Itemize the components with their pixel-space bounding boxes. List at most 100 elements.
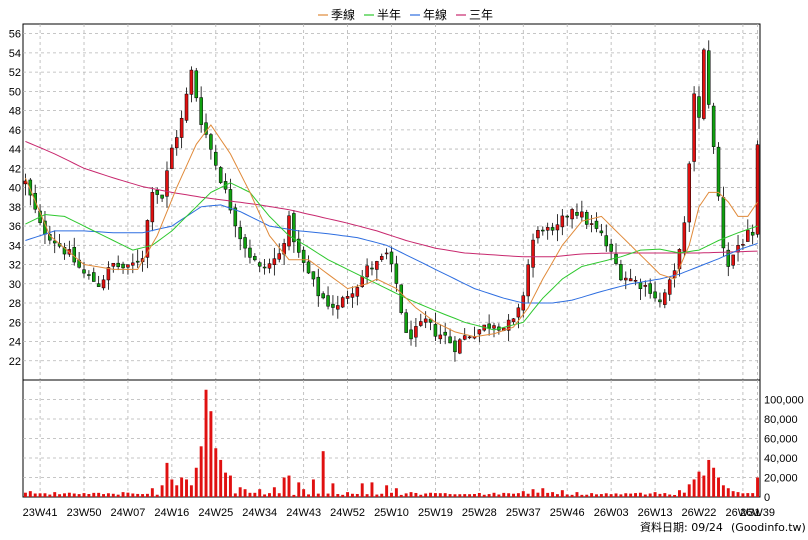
volume-bar bbox=[590, 493, 594, 497]
candle-body bbox=[272, 258, 277, 265]
volume-bar bbox=[346, 492, 350, 497]
footer: 資料日期: 09/24 (Goodinfo.tw) bbox=[640, 520, 806, 534]
volume-bar bbox=[214, 448, 218, 497]
price-y-tick-label: 54 bbox=[9, 48, 21, 60]
candle-body bbox=[262, 266, 267, 269]
candle-body bbox=[536, 230, 540, 239]
candle-body bbox=[370, 267, 374, 270]
volume-bar bbox=[726, 488, 730, 497]
candle-body bbox=[667, 279, 672, 295]
candle-body bbox=[487, 323, 491, 329]
candle-body bbox=[511, 318, 516, 323]
candle-body bbox=[604, 235, 609, 247]
candle-body bbox=[414, 326, 418, 338]
candle-body bbox=[526, 264, 530, 297]
legend-item-3year-ma: 三年 bbox=[456, 8, 493, 22]
volume-bar bbox=[375, 494, 379, 497]
volume-bar bbox=[521, 491, 525, 497]
volume-bar bbox=[497, 494, 501, 497]
candle-body bbox=[179, 117, 184, 138]
volume-bar bbox=[599, 494, 603, 497]
x-tick-label: 24W52 bbox=[330, 507, 365, 519]
candle-body bbox=[570, 209, 574, 220]
volume-bar bbox=[619, 494, 623, 497]
volume-y-tick-label: 100,000 bbox=[764, 395, 804, 407]
candle-body bbox=[648, 283, 652, 294]
volume-y-tick-label: 40,000 bbox=[764, 453, 798, 465]
legend-item-year-ma: 年線 bbox=[410, 7, 447, 22]
volume-bar bbox=[350, 493, 354, 497]
candle-body bbox=[321, 293, 325, 299]
candle-body bbox=[301, 249, 306, 263]
volume-bar bbox=[751, 493, 755, 497]
volume-bar bbox=[131, 493, 135, 497]
candle-body bbox=[575, 212, 579, 216]
price-y-tick-label: 52 bbox=[9, 67, 21, 79]
candle-body bbox=[516, 307, 521, 318]
volume-bar bbox=[165, 462, 169, 497]
candle-body bbox=[72, 247, 77, 263]
candle-body bbox=[599, 230, 604, 234]
data-date-label: 資料日期: 09/24 bbox=[640, 520, 723, 534]
candle-body bbox=[687, 163, 691, 223]
candle-body bbox=[340, 297, 345, 308]
volume-bar bbox=[341, 494, 345, 497]
price-panel: 22 24 26 28 30 32 34 36 38 40 42 44 46 48 50 52 54 56 bbox=[9, 23, 761, 381]
volume-bar bbox=[72, 493, 76, 497]
price-y-tick-label: 28 bbox=[9, 298, 21, 310]
volume-bar bbox=[48, 494, 52, 497]
volume-bar bbox=[448, 494, 452, 497]
x-axis: 23W41 23W50 24W07 24W16 24W25 24W34 24W43 24W52… bbox=[23, 507, 775, 519]
candle-body bbox=[331, 303, 335, 308]
volume-bar bbox=[92, 492, 96, 497]
volume-bar bbox=[111, 493, 115, 497]
x-tick-label: 24W07 bbox=[111, 507, 146, 519]
volume-bar bbox=[502, 492, 506, 497]
candle-body bbox=[755, 144, 760, 235]
x-tick-label: 23W41 bbox=[23, 507, 58, 519]
candle bbox=[218, 166, 223, 185]
candle-body bbox=[306, 261, 311, 274]
price-y-tick-label: 36 bbox=[9, 221, 21, 233]
volume-bar bbox=[77, 494, 81, 497]
candle-body bbox=[584, 211, 589, 225]
candle-body bbox=[580, 211, 584, 218]
candle-body bbox=[462, 335, 467, 340]
volume-bar bbox=[248, 492, 252, 497]
volume-bar bbox=[468, 494, 472, 497]
x-tick-label: 26W22 bbox=[682, 507, 717, 519]
volume-bar bbox=[551, 492, 555, 497]
candle-body bbox=[663, 292, 667, 305]
volume-bar bbox=[355, 493, 359, 497]
price-y-tick-label: 38 bbox=[9, 202, 21, 214]
candle-body bbox=[658, 299, 662, 303]
volume-bar bbox=[219, 459, 223, 497]
candle-body bbox=[199, 97, 203, 125]
price-y-tick-label: 56 bbox=[9, 29, 21, 41]
volume-bar bbox=[180, 477, 184, 497]
volume-bar bbox=[643, 494, 647, 497]
volume-bar bbox=[145, 493, 149, 497]
candle-body bbox=[355, 287, 360, 297]
volume-bar bbox=[28, 491, 32, 497]
volume-bar bbox=[731, 491, 735, 497]
candle-body bbox=[624, 277, 628, 281]
candle-body bbox=[731, 254, 735, 266]
candle-body bbox=[716, 146, 721, 197]
candle-body bbox=[492, 325, 496, 329]
candle-body bbox=[111, 262, 116, 267]
volume-bar bbox=[629, 493, 633, 497]
volume-bar bbox=[741, 493, 745, 497]
volume-bar bbox=[604, 493, 608, 497]
price-y-tick-label: 46 bbox=[9, 125, 21, 137]
candle-body bbox=[443, 331, 447, 336]
volume-bar bbox=[170, 479, 174, 497]
candle-body bbox=[311, 271, 316, 280]
volume-y-tick-label: 80,000 bbox=[764, 414, 798, 426]
x-tick-label: 26W03 bbox=[594, 507, 629, 519]
volume-bar bbox=[692, 479, 696, 497]
volume-bar bbox=[536, 492, 540, 497]
volume-bar bbox=[243, 489, 247, 497]
candle-body bbox=[628, 278, 633, 282]
price-y-tick-label: 48 bbox=[9, 106, 21, 118]
